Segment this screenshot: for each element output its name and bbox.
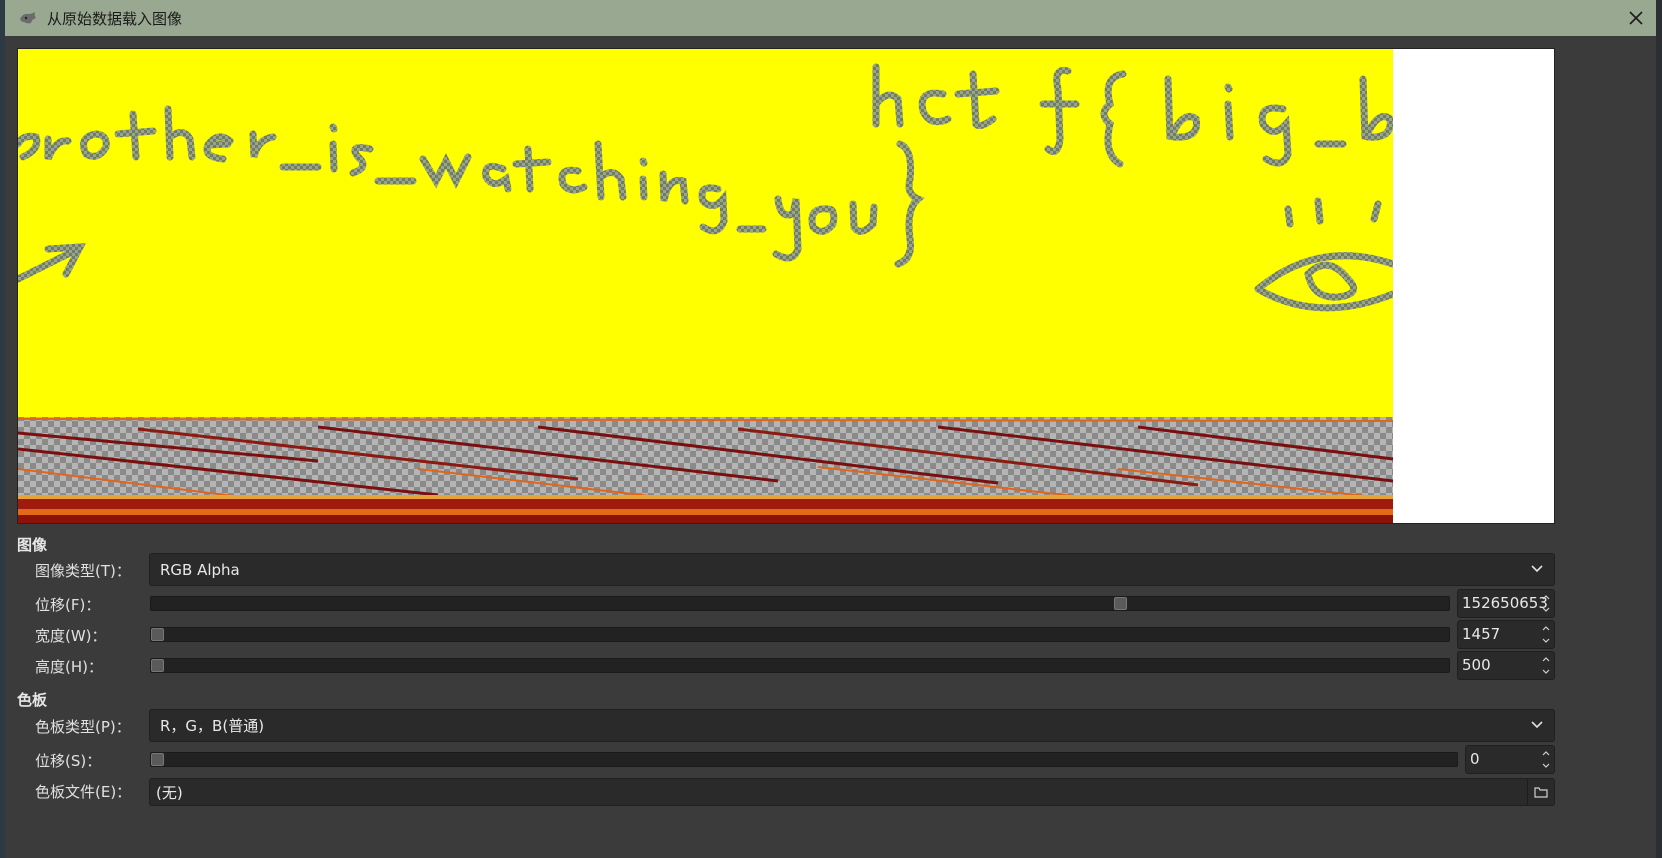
dialog-body: 图像 图像类型(T)： RGB Alpha 位移(F)： 152650653 宽… (5, 36, 1656, 858)
chevron-down-icon (1531, 565, 1543, 573)
palette-file-label: 色板文件(E)： (35, 783, 132, 801)
preview-canvas (18, 49, 1554, 523)
chevron-down-icon (1531, 721, 1543, 729)
image-preview (17, 48, 1555, 524)
image-type-label: 图像类型(T)： (35, 562, 131, 580)
palette-type-value: R，G，B(普通) (160, 717, 265, 735)
width-slider-handle[interactable] (151, 628, 164, 641)
palette-offset-slider-handle[interactable] (151, 753, 164, 766)
offset-slider[interactable] (150, 596, 1450, 611)
palette-type-combo[interactable]: R，G，B(普通) (149, 709, 1555, 742)
browse-file-button[interactable] (1527, 779, 1554, 805)
desktop-background-strip-right (1656, 0, 1662, 858)
palette-offset-value: 0 (1470, 750, 1480, 768)
image-section-title: 图像 (17, 536, 48, 554)
spin-arrows-icon (1542, 751, 1550, 768)
palette-type-label: 色板类型(P)： (35, 718, 131, 736)
spin-arrows-icon (1542, 595, 1550, 612)
height-slider[interactable] (150, 658, 1450, 673)
width-spinbox[interactable]: 1457 (1457, 620, 1555, 649)
folder-icon (1534, 787, 1548, 798)
gimp-app-icon (17, 8, 39, 28)
palette-offset-slider[interactable] (150, 752, 1458, 767)
preview-empty-region (1393, 49, 1554, 523)
close-button[interactable] (1622, 4, 1650, 32)
palette-file-value: (无) (156, 784, 183, 802)
offset-spinbox[interactable]: 152650653 (1457, 589, 1555, 618)
height-label: 高度(H)： (35, 658, 103, 676)
offset-label: 位移(F)： (35, 596, 101, 614)
preview-yellow-region (18, 49, 1393, 417)
dialog-title: 从原始数据载入图像 (47, 9, 183, 28)
height-slider-handle[interactable] (151, 659, 164, 672)
height-spinbox[interactable]: 500 (1457, 651, 1555, 680)
width-label: 宽度(W)： (35, 627, 107, 645)
width-value: 1457 (1462, 625, 1501, 643)
palette-offset-spinbox[interactable]: 0 (1465, 745, 1555, 774)
dialog-titlebar[interactable]: 从原始数据载入图像 (5, 0, 1656, 36)
close-icon (1629, 11, 1643, 25)
width-slider[interactable] (150, 627, 1450, 642)
palette-offset-label: 位移(S)： (35, 752, 102, 770)
palette-section-title: 色板 (17, 691, 48, 709)
image-type-combo[interactable]: RGB Alpha (149, 553, 1555, 586)
offset-value: 152650653 (1462, 594, 1548, 612)
palette-file-chooser[interactable]: (无) (149, 778, 1555, 806)
image-type-value: RGB Alpha (160, 560, 240, 579)
spin-arrows-icon (1542, 626, 1550, 643)
spin-arrows-icon (1542, 657, 1550, 674)
height-value: 500 (1462, 656, 1491, 674)
offset-slider-handle[interactable] (1114, 597, 1127, 610)
